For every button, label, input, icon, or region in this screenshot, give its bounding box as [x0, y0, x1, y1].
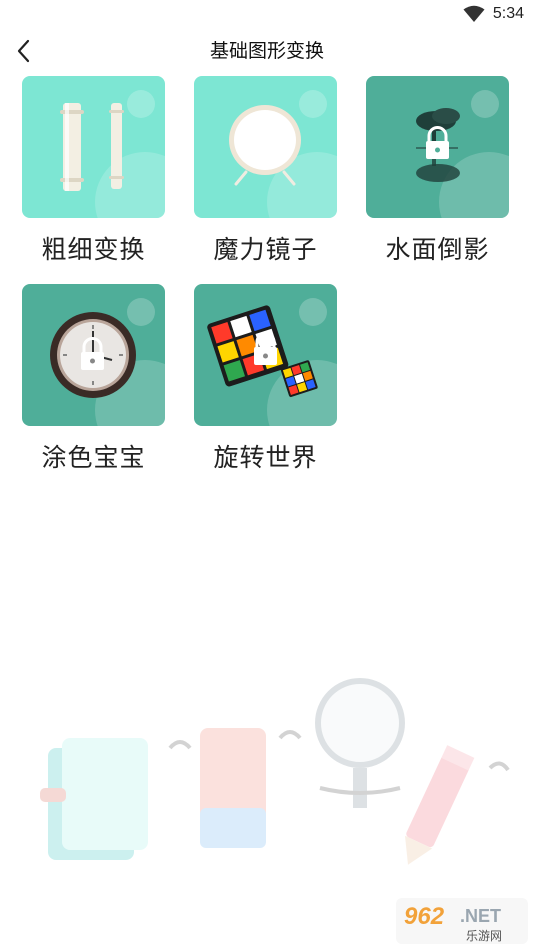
lock-icon: [426, 126, 449, 159]
svg-text:乐游网: 乐游网: [466, 929, 502, 943]
clock: 5:34: [492, 5, 524, 22]
tile-label: 涂色宝宝: [41, 443, 146, 472]
tile-label: 粗细变换: [41, 235, 146, 264]
lock-icon: [254, 332, 277, 365]
tile-magic-mirror[interactable]: 魔力镜子: [194, 76, 337, 271]
decorative-illustration: [40, 678, 510, 865]
tile-thumbnail: [194, 76, 337, 218]
rolling-pins-icon: [60, 103, 124, 191]
wifi-icon: [463, 5, 485, 22]
svg-text:.NET: .NET: [460, 906, 501, 926]
tile-thumbnail: [366, 76, 509, 218]
mirror-icon: [229, 105, 301, 186]
svg-text:962: 962: [404, 903, 445, 930]
tile-thumbnail: [22, 76, 165, 218]
tile-water-reflection[interactable]: 水面倒影: [366, 76, 509, 271]
tile-thickness-change[interactable]: 粗细变换: [22, 76, 165, 271]
header: 基础图形变换: [0, 30, 534, 72]
tile-thumbnail: [22, 284, 165, 426]
lock-icon: [81, 337, 104, 370]
page-title: 基础图形变换: [209, 40, 324, 62]
tile-label: 魔力镜子: [213, 235, 318, 264]
watermark-logo: 962 .NET 乐游网: [396, 898, 528, 944]
tile-label: 水面倒影: [385, 235, 490, 264]
tile-coloring-baby[interactable]: 涂色宝宝: [22, 284, 165, 479]
tile-label: 旋转世界: [213, 443, 318, 472]
tile-rotating-world[interactable]: 旋转世界: [194, 284, 337, 479]
status-bar: 5:34: [0, 0, 534, 30]
tile-thumbnail: [194, 284, 337, 426]
